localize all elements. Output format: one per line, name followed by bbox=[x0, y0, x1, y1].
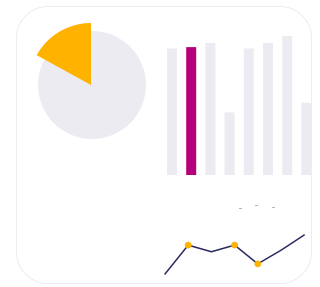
bar bbox=[301, 102, 311, 175]
bar bbox=[205, 42, 216, 176]
chart-canvas bbox=[36, 23, 311, 275]
small-tick-mark bbox=[239, 208, 242, 209]
line-series bbox=[164, 234, 305, 275]
bar bbox=[167, 48, 177, 176]
line-marker bbox=[231, 241, 239, 249]
bar bbox=[243, 48, 254, 176]
small-tick-mark bbox=[255, 205, 258, 206]
line-marker bbox=[184, 241, 192, 249]
pie-chart bbox=[36, 23, 146, 139]
chart-card bbox=[16, 6, 312, 284]
bar bbox=[263, 42, 273, 176]
line-marker bbox=[254, 260, 262, 268]
bar-chart bbox=[167, 36, 311, 176]
bar-highlighted bbox=[186, 47, 197, 176]
bar bbox=[224, 112, 235, 175]
bar bbox=[282, 36, 293, 175]
line-chart bbox=[164, 234, 305, 275]
small-tick-mark bbox=[272, 207, 275, 208]
